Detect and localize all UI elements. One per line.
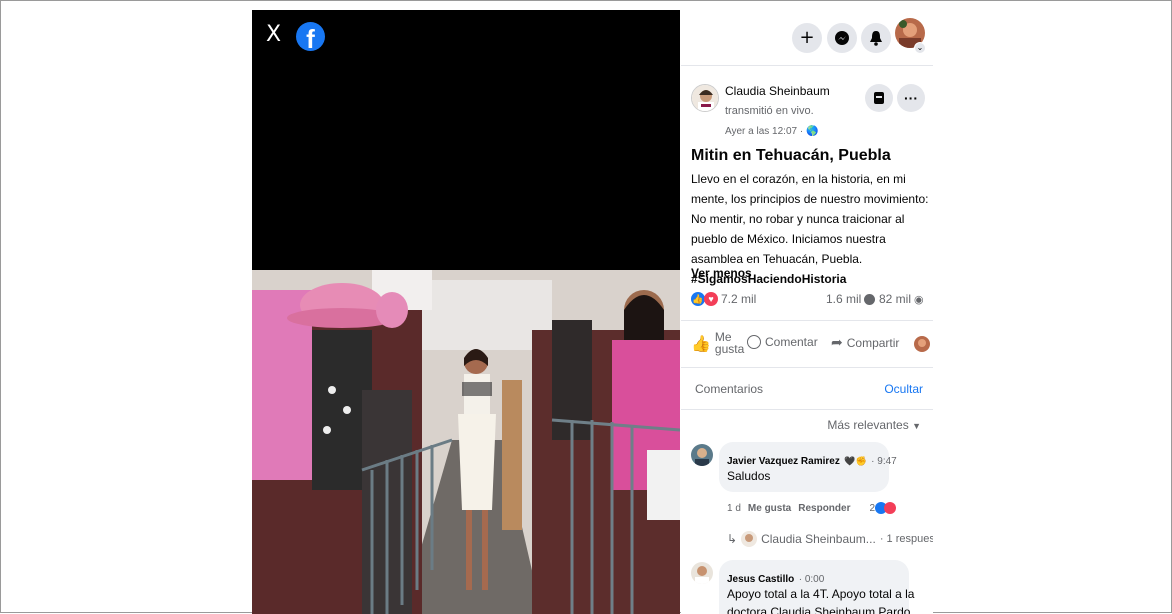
view-replies-link[interactable]: ↳ Claudia Sheinbaum... · 1 respuesta <box>727 531 933 547</box>
reply-count: · 1 respuesta <box>879 533 933 545</box>
reactions-summary[interactable]: 👍 ♥ 7.2 mil <box>691 292 756 306</box>
comments-label: Comentarios <box>695 382 764 396</box>
bookmark-icon <box>874 92 884 104</box>
reply-author: Claudia Sheinbaum... <box>761 532 876 546</box>
like-reaction-icon: 👍 <box>691 292 705 306</box>
commenter-avatar[interactable] <box>691 444 713 466</box>
comment-bubble-icon <box>864 293 876 305</box>
share-as-avatar[interactable] <box>914 336 930 352</box>
post-action: transmitió en vivo. <box>725 105 814 117</box>
author-avatar[interactable] <box>691 84 719 112</box>
comment-text-line1: Apoyo total a la 4T. Apoyo total a la <box>727 587 915 601</box>
reply-author-avatar <box>741 531 758 547</box>
close-button[interactable]: X <box>266 24 281 46</box>
notifications-button[interactable] <box>861 23 891 53</box>
more-icon: ··· <box>904 90 918 106</box>
comment-age[interactable]: 1 d <box>727 503 741 514</box>
post-panel: + ⌄ Claudia Sheinbaum transmitió en vivo… <box>681 10 933 614</box>
comment-meta: 1 d Me gusta Responder 2 <box>727 502 897 514</box>
views-summary: 82 mil ◉ <box>879 292 924 306</box>
share-icon: ➦ <box>831 335 843 351</box>
commenter-name[interactable]: Jesus Castillo <box>727 574 794 585</box>
save-button[interactable] <box>865 84 893 112</box>
comment-bubble: Jesus Castillo · 0:00 Apoyo total a la 4… <box>719 560 914 614</box>
messenger-button[interactable] <box>827 23 857 53</box>
comments-summary[interactable]: 1.6 mil <box>826 292 876 306</box>
comments-count: 1.6 mil <box>826 292 862 306</box>
comment-icon <box>747 335 761 349</box>
thumbs-up-icon: 👍 <box>691 333 711 353</box>
commenter-name[interactable]: Javier Vazquez Ramirez <box>727 456 840 467</box>
share-label: Compartir <box>846 336 900 350</box>
facebook-logo[interactable]: f <box>296 22 325 51</box>
hide-comments-link[interactable]: Ocultar <box>884 382 923 396</box>
love-reaction-icon <box>884 502 897 514</box>
views-count: 82 mil <box>879 292 912 306</box>
comment-label: Comentar <box>765 335 818 349</box>
comment-button[interactable]: Comentar <box>747 335 818 349</box>
caret-down-icon: ▼ <box>912 421 921 431</box>
post-text: Llevo en el corazón, en la historia, en … <box>691 172 929 266</box>
see-less-link[interactable]: Ver menos <box>691 266 752 280</box>
comment-header: Jesus Castillo · 0:00 <box>727 569 824 587</box>
globe-icon: 🌎 <box>805 126 819 137</box>
create-button[interactable]: + <box>792 23 822 53</box>
like-label-line2: gusta <box>714 342 745 356</box>
comment-emoji: 🖤✊ <box>844 456 867 466</box>
plus-icon: + <box>799 27 815 48</box>
comment-reactions[interactable]: 2 <box>869 502 897 514</box>
bell-icon <box>870 31 882 46</box>
author-name[interactable]: Claudia Sheinbaum <box>725 84 830 98</box>
comment-bubble: Javier Vazquez Ramirez 🖤✊ · 9:47 Saludos <box>719 442 897 492</box>
comment-reply-link[interactable]: Responder <box>798 503 850 514</box>
comment-time[interactable]: · 9:47 <box>871 456 897 467</box>
eye-icon: ◉ <box>914 292 924 306</box>
post-timestamp-row: Ayer a las 12:07 · 🌎 <box>725 126 818 137</box>
post-timestamp[interactable]: Ayer a las 12:07 · <box>725 126 803 137</box>
like-button[interactable]: 👍 Me gusta <box>691 331 744 355</box>
share-button[interactable]: ➦ Compartir <box>831 335 899 351</box>
page-frame: X f + ⌄ Claudia Sheinbaum transmitió en … <box>0 0 1172 614</box>
comment-text: Saludos <box>727 469 771 483</box>
post-actions: 👍 Me gusta Comentar ➦ Compartir <box>681 320 933 368</box>
comments-header: Comentarios Ocultar <box>681 368 933 410</box>
commenter-avatar[interactable] <box>691 562 713 584</box>
video-player[interactable]: X f <box>252 10 680 614</box>
love-reaction-icon: ♥ <box>704 292 718 306</box>
comment-header: Javier Vazquez Ramirez 🖤✊ · 9:47 <box>727 451 897 469</box>
account-menu-chevron-icon[interactable]: ⌄ <box>914 42 926 54</box>
reply-arrow-icon: ↳ <box>727 532 738 546</box>
top-bar: + ⌄ <box>681 10 933 66</box>
messenger-icon <box>835 31 849 45</box>
reactions-count: 7.2 mil <box>721 292 757 306</box>
sort-label: Más relevantes <box>827 418 909 432</box>
post-stats: 👍 ♥ 7.2 mil 1.6 mil 82 mil ◉ <box>691 292 927 310</box>
comment-like-link[interactable]: Me gusta <box>748 503 791 514</box>
more-options-button[interactable]: ··· <box>897 84 925 112</box>
video-frame-image <box>252 270 680 614</box>
comment-time[interactable]: · 0:00 <box>799 574 825 585</box>
sort-comments-dropdown[interactable]: Más relevantes ▼ <box>827 418 921 432</box>
post-title: Mitin en Tehuacán, Puebla <box>691 147 891 164</box>
